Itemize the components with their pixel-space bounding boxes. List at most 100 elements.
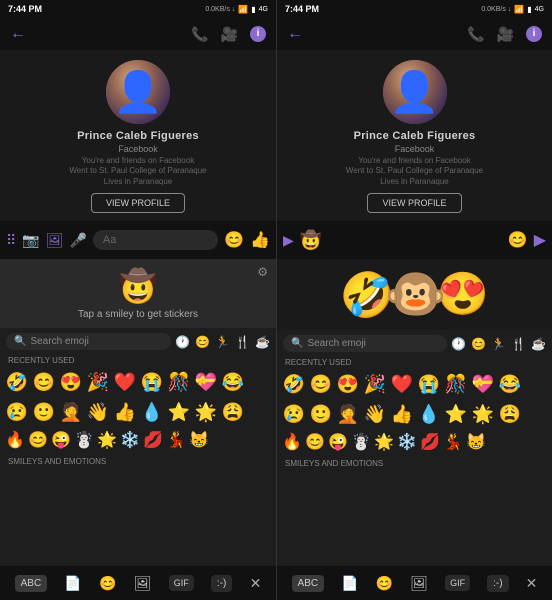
emoji-r3-4-left[interactable]: ☃️ (73, 429, 95, 451)
emoji-r3-9-left[interactable]: 😸 (188, 429, 210, 451)
emoji-btn-left[interactable]: 😊 (224, 230, 244, 250)
emoji-r2-2-right[interactable]: 🙂 (308, 401, 334, 427)
close-kb-btn-right[interactable]: ✕ (526, 575, 538, 592)
view-profile-btn-left[interactable]: VIEW PROFILE (91, 193, 185, 213)
doc-icon-left[interactable]: 📄 (64, 575, 81, 592)
cup-tab-left[interactable]: ☕ (255, 335, 270, 349)
info-icon-left[interactable]: i (250, 26, 266, 42)
back-arrow-right[interactable]: ← (287, 25, 303, 43)
video-icon-left[interactable]: 🎥 (221, 26, 238, 43)
people-tab-left[interactable]: 🏃 (215, 335, 230, 349)
emoji-r3-1-right[interactable]: 🔥 (281, 431, 303, 453)
emoji-r2-8-right[interactable]: 🌟 (470, 401, 496, 427)
abc-btn-left[interactable]: ABC (15, 575, 48, 592)
mic-icon-left[interactable]: 🎤 (69, 232, 86, 249)
emoji-r3-3-left[interactable]: 😜 (50, 429, 72, 451)
gif-btn-left[interactable]: GIF (169, 575, 194, 591)
emoji-7-right[interactable]: 🎊 (443, 371, 469, 397)
view-profile-btn-right[interactable]: VIEW PROFILE (367, 193, 461, 213)
emoji-search-input-right[interactable]: 🔍 Search emoji (283, 335, 447, 352)
grid-icon-left[interactable]: ⠿ (6, 232, 16, 249)
sticker-kb-icon-left[interactable]: 🖼 (134, 575, 152, 592)
emoji-9-left[interactable]: 😂 (220, 369, 246, 395)
emoji-8-left[interactable]: 💝 (193, 369, 219, 395)
emoji-r3-7-left[interactable]: 💋 (142, 429, 164, 451)
settings-icon-left[interactable]: ⚙ (257, 265, 268, 279)
message-input-left[interactable]: Aa (93, 230, 218, 250)
emoji-r2-5-right[interactable]: 👍 (389, 401, 415, 427)
emoji-r2-3-left[interactable]: 🤦 (58, 399, 84, 425)
back-arrow-left[interactable]: ← (10, 25, 26, 43)
gif-btn-right[interactable]: GIF (445, 575, 470, 591)
sticker-kb-icon-right[interactable]: 🖼 (410, 575, 428, 592)
emoji-6-left[interactable]: 😭 (139, 369, 165, 395)
emoji-5-left[interactable]: ❤️ (112, 369, 138, 395)
emoji-r2-6-right[interactable]: 💧 (416, 401, 442, 427)
phone-icon-left[interactable]: 📞 (191, 26, 208, 43)
emoji-2-left[interactable]: 😊 (31, 369, 57, 395)
expand-icon-right[interactable]: ▶ (283, 232, 294, 249)
emoji-r3-9-right[interactable]: 😸 (465, 431, 487, 453)
emoji-search-input-left[interactable]: 🔍 Search emoji (6, 333, 171, 350)
big-emoji-2[interactable]: 🐵 (385, 265, 447, 324)
clock-tab-right[interactable]: 🕐 (451, 337, 466, 351)
emoji-7-left[interactable]: 🎊 (166, 369, 192, 395)
emoji-r2-6-left[interactable]: 💧 (139, 399, 165, 425)
emoji-r2-8-left[interactable]: 🌟 (193, 399, 219, 425)
emoji-r3-5-left[interactable]: 🌟 (96, 429, 118, 451)
like-btn-left[interactable]: 👍 (250, 230, 270, 250)
emoji-2-right[interactable]: 😊 (308, 371, 334, 397)
emoji-4-right[interactable]: 🎉 (362, 371, 388, 397)
emoji-r3-1-left[interactable]: 🔥 (4, 429, 26, 451)
emoji-3-left[interactable]: 😍 (58, 369, 84, 395)
food-tab-left[interactable]: 🍴 (235, 335, 250, 349)
info-icon-right[interactable]: i (526, 26, 542, 42)
emoji-r2-7-left[interactable]: ⭐ (166, 399, 192, 425)
emoji-smiley-right[interactable]: 😊 (508, 230, 528, 250)
emoji-r2-4-left[interactable]: 👋 (85, 399, 111, 425)
emoji-r2-1-left[interactable]: 😢 (4, 399, 30, 425)
emoji-r3-5-right[interactable]: 🌟 (373, 431, 395, 453)
emoji-r2-1-right[interactable]: 😢 (281, 401, 307, 427)
emoji-r2-4-right[interactable]: 👋 (362, 401, 388, 427)
camera-icon-left[interactable]: 📷 (22, 232, 39, 249)
emoji-9-right[interactable]: 😂 (497, 371, 523, 397)
smiley-face-btn-right[interactable]: :-) (487, 575, 508, 592)
emoji-r3-7-right[interactable]: 💋 (419, 431, 441, 453)
emoji-r2-3-right[interactable]: 🤦 (335, 401, 361, 427)
emoji-1-right[interactable]: 🤣 (281, 371, 307, 397)
smiley-face-btn-left[interactable]: :-) (211, 575, 232, 592)
close-kb-btn-left[interactable]: ✕ (250, 575, 262, 592)
emoji-r3-8-left[interactable]: 💃 (165, 429, 187, 451)
emoji-r3-6-left[interactable]: ❄️ (119, 429, 141, 451)
emoji-r3-2-right[interactable]: 😊 (304, 431, 326, 453)
emoji-active-icon-right[interactable]: 🤠 (300, 230, 322, 251)
smile-tab-right[interactable]: 😊 (471, 337, 486, 351)
emoji-r2-9-right[interactable]: 😩 (497, 401, 523, 427)
emoji-kb-icon-left[interactable]: 😊 (99, 575, 116, 592)
emoji-5-right[interactable]: ❤️ (389, 371, 415, 397)
emoji-4-left[interactable]: 🎉 (85, 369, 111, 395)
cup-tab-right[interactable]: ☕ (531, 337, 546, 351)
emoji-8-right[interactable]: 💝 (470, 371, 496, 397)
emoji-r3-3-right[interactable]: 😜 (327, 431, 349, 453)
emoji-r2-5-left[interactable]: 👍 (112, 399, 138, 425)
emoji-r3-6-right[interactable]: ❄️ (396, 431, 418, 453)
emoji-r3-8-right[interactable]: 💃 (442, 431, 464, 453)
food-tab-right[interactable]: 🍴 (511, 337, 526, 351)
emoji-6-right[interactable]: 😭 (416, 371, 442, 397)
emoji-r3-4-right[interactable]: ☃️ (350, 431, 372, 453)
smile-tab-left[interactable]: 😊 (195, 335, 210, 349)
emoji-r3-2-left[interactable]: 😊 (27, 429, 49, 451)
emoji-r2-9-left[interactable]: 😩 (220, 399, 246, 425)
emoji-r2-2-left[interactable]: 🙂 (31, 399, 57, 425)
emoji-1-left[interactable]: 🤣 (4, 369, 30, 395)
emoji-kb-icon-right[interactable]: 😊 (376, 575, 393, 592)
doc-icon-right[interactable]: 📄 (341, 575, 358, 592)
video-icon-right[interactable]: 🎥 (497, 26, 514, 43)
people-tab-right[interactable]: 🏃 (491, 337, 506, 351)
emoji-3-right[interactable]: 😍 (335, 371, 361, 397)
clock-tab-left[interactable]: 🕐 (175, 335, 190, 349)
phone-icon-right[interactable]: 📞 (467, 26, 484, 43)
emoji-r2-7-right[interactable]: ⭐ (443, 401, 469, 427)
